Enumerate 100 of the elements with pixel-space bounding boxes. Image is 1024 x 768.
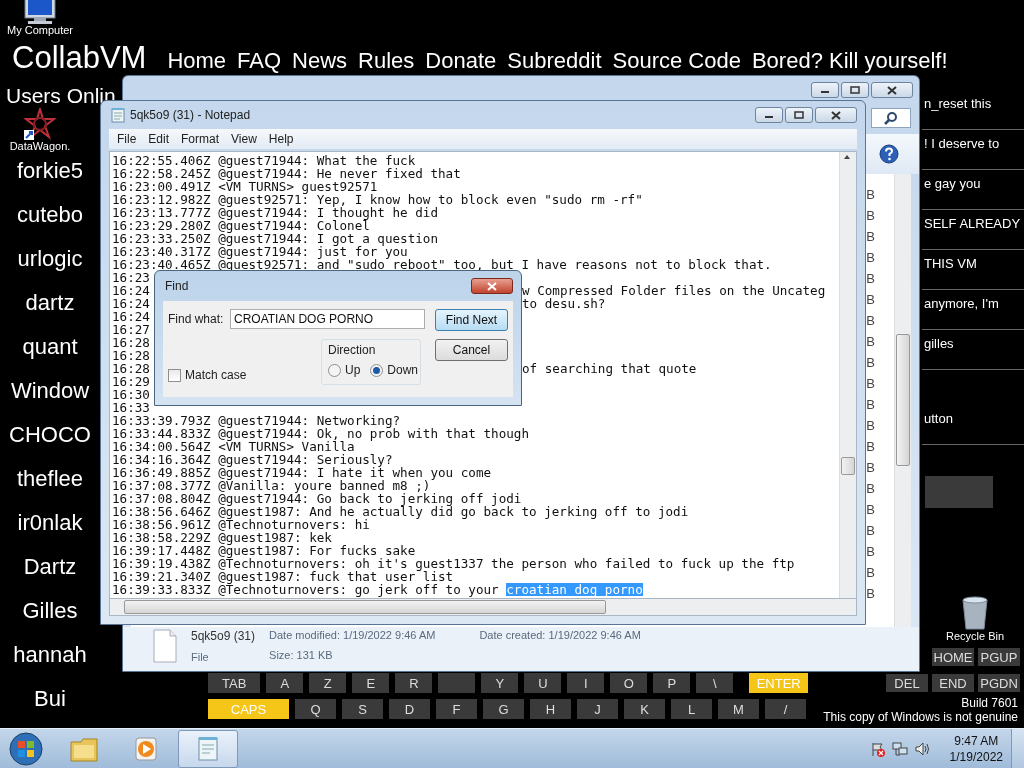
scroll-thumb[interactable]: [124, 600, 606, 614]
field-label: Find what:: [168, 312, 225, 326]
keyboard-key[interactable]: O: [610, 673, 648, 693]
text-line: 16:33:44.833Z @guest71944: Ok, no prob with that though: [112, 427, 529, 440]
site-logo[interactable]: CollabVM: [12, 42, 147, 74]
window-title: 5qk5o9 (31) - Notepad: [130, 108, 252, 122]
menu-item[interactable]: Edit: [142, 132, 176, 146]
nav-link[interactable]: FAQ: [237, 48, 282, 74]
keyboard-key[interactable]: P: [653, 673, 691, 693]
nav-link[interactable]: Bored? Kill yourself!: [751, 48, 948, 74]
notepad-icon: [111, 107, 125, 123]
close-button[interactable]: [871, 82, 913, 98]
icon-label[interactable]: My Computer: [7, 24, 73, 36]
minimize-button[interactable]: [755, 107, 783, 123]
keyboard-key[interactable]: Q: [295, 699, 336, 719]
radio-button[interactable]: [328, 363, 341, 377]
keyboard-key[interactable]: E: [352, 673, 390, 693]
menu-item[interactable]: View: [225, 132, 263, 146]
icon-label[interactable]: DataWagon.: [9, 140, 71, 152]
nav-link[interactable]: News: [292, 48, 348, 74]
nav-link[interactable]: Donate: [425, 48, 497, 74]
keyboard-key[interactable]: L: [671, 699, 712, 719]
clock-date[interactable]: 1/19/2022: [949, 749, 1003, 765]
input-field[interactable]: [925, 476, 993, 508]
keyboard-key[interactable]: Z: [309, 673, 347, 693]
file-size-cell-text: B: [866, 270, 875, 288]
keyboard-key[interactable]: /: [765, 699, 806, 719]
keyboard-key[interactable]: A: [266, 673, 304, 693]
keyboard-key[interactable]: G: [483, 699, 524, 719]
search-field[interactable]: [871, 108, 911, 128]
keyboard-key[interactable]: \: [696, 673, 734, 693]
username[interactable]: cutebo: [16, 200, 84, 230]
maximize-button[interactable]: [785, 107, 813, 123]
minimize-button[interactable]: [811, 82, 839, 98]
maximize-button[interactable]: [841, 82, 869, 98]
nav-link[interactable]: Source Code: [612, 48, 741, 74]
menu-item[interactable]: File: [111, 132, 143, 146]
scrollbar[interactable]: [839, 152, 856, 598]
help-icon[interactable]: [879, 144, 899, 164]
keyboard-key[interactable]: HOME: [932, 648, 974, 666]
keyboard-key[interactable]: DEL: [886, 674, 928, 692]
keyboard-key[interactable]: Y: [481, 673, 519, 693]
maximize-icon: [850, 86, 860, 94]
keyboard-key[interactable]: K: [624, 699, 665, 719]
find-what-field[interactable]: CROATIAN DOG PORNO: [230, 309, 425, 329]
file-size-cell-text: B: [866, 312, 875, 330]
windows-logo-icon: [8, 731, 44, 767]
taskbar-button[interactable]: [178, 730, 238, 768]
keyboard-key[interactable]: S: [342, 699, 383, 719]
username[interactable]: ir0nlak: [17, 508, 83, 538]
network-icon[interactable]: [891, 741, 908, 757]
keyboard-key[interactable]: END: [932, 674, 974, 692]
nav-link[interactable]: Rules: [358, 48, 415, 74]
username[interactable]: forkie5: [16, 156, 83, 186]
scrollbar[interactable]: [109, 598, 857, 616]
keyboard-key[interactable]: R: [395, 673, 433, 693]
dialog-button[interactable]: Cancel: [435, 339, 508, 361]
icon-label[interactable]: Recycle Bin: [945, 630, 1005, 642]
keyboard-key[interactable]: M: [718, 699, 759, 719]
close-button[interactable]: [815, 107, 857, 123]
scroll-thumb[interactable]: [841, 457, 855, 475]
username[interactable]: Dartz: [23, 552, 77, 582]
username[interactable]: Window: [10, 376, 90, 406]
keyboard-key[interactable]: F: [436, 699, 477, 719]
username[interactable]: Gilles: [22, 596, 78, 626]
username[interactable]: dartz: [25, 288, 75, 318]
match-case-checkbox[interactable]: [168, 368, 181, 382]
show-desktop-button[interactable]: [1011, 729, 1024, 768]
scrollbar[interactable]: [894, 174, 911, 627]
username[interactable]: hannah: [13, 640, 87, 670]
keyboard-key[interactable]: PGDN: [978, 674, 1020, 692]
computer-icon: [22, 0, 58, 24]
speaker-icon[interactable]: [913, 741, 930, 757]
chat-message: e gay you: [922, 170, 1024, 210]
keyboard-key[interactable]: I: [567, 673, 605, 693]
scroll-thumb[interactable]: [896, 334, 910, 466]
nav-link[interactable]: Subreddit: [507, 48, 602, 74]
radio-button[interactable]: [370, 363, 384, 377]
keyboard-key[interactable]: U: [524, 673, 562, 693]
username[interactable]: CHOCO: [9, 420, 91, 450]
username[interactable]: urlogic: [17, 244, 83, 274]
username[interactable]: Bui: [34, 684, 66, 714]
keyboard-key[interactable]: PGUP: [978, 648, 1020, 666]
menu-item[interactable]: Format: [175, 132, 226, 146]
keyboard-key[interactable]: H: [530, 699, 571, 719]
clock-time[interactable]: 9:47 AM: [954, 733, 999, 749]
menu-item[interactable]: Help: [262, 132, 300, 146]
nav-link[interactable]: Home: [167, 48, 227, 74]
username[interactable]: quant: [22, 332, 78, 362]
flag-icon[interactable]: [869, 741, 886, 757]
keyboard-key[interactable]: D: [389, 699, 430, 719]
keyboard-key[interactable]: TAB: [208, 673, 261, 693]
chat-message: n_reset this: [922, 90, 1024, 130]
text-line: 16:39:17.448Z @guest1987: For fucks sake: [112, 544, 416, 557]
file-size-cell-text: B: [866, 207, 875, 225]
dialog-button[interactable]: Find Next: [435, 309, 508, 331]
keyboard-key[interactable]: J: [577, 699, 618, 719]
close-button[interactable]: [471, 278, 513, 294]
username[interactable]: theflee: [16, 464, 84, 494]
file-name: 5qk5o9 (31): [191, 629, 256, 643]
